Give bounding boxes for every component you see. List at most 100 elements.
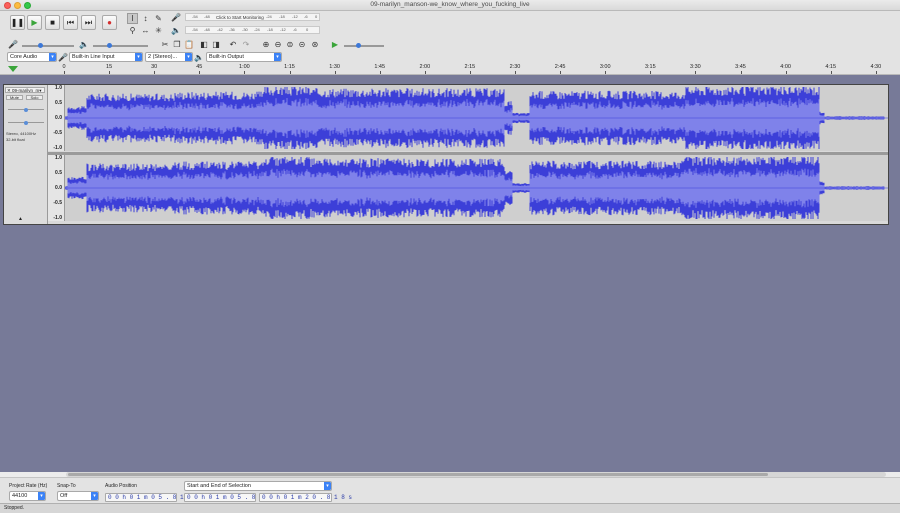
channel-divider bbox=[48, 152, 888, 155]
project-rate-select[interactable]: 44100 ▾ bbox=[9, 491, 46, 501]
input-volume-slider[interactable] bbox=[22, 43, 74, 48]
play-icon: ▶ bbox=[31, 18, 38, 27]
copy-button[interactable]: ❐ bbox=[172, 39, 182, 49]
play-speed-slider[interactable] bbox=[344, 43, 384, 48]
ruler-tick-mark bbox=[740, 71, 742, 74]
multi-tool[interactable]: ✳ bbox=[153, 25, 164, 36]
ruler-tick-mark bbox=[515, 71, 516, 74]
waveform-left-channel[interactable] bbox=[64, 85, 888, 151]
vertical-scale-right[interactable]: 1.0 0.5 0.0 -0.5 -1.0 bbox=[48, 155, 65, 221]
skip-to-start-button[interactable]: ⏮ bbox=[63, 15, 78, 30]
selection-start-time[interactable]: 0 0 h 0 1 m 0 5 . 8 1 8 s bbox=[184, 493, 277, 502]
draw-tool[interactable]: ✎ bbox=[153, 13, 164, 24]
paste-button[interactable]: 📋 bbox=[184, 39, 194, 49]
zoom-out-button[interactable]: ⊖ bbox=[273, 39, 283, 49]
tracks-area[interactable]: ✕ 09-marilyn_m▾ Mute Solo Stereo, 44100H… bbox=[0, 75, 900, 472]
skip-to-end-button[interactable]: ⏭ bbox=[81, 15, 96, 30]
meter-tick: -48 bbox=[204, 27, 210, 32]
meter-tick: -18 bbox=[267, 27, 273, 32]
record-button[interactable]: ● bbox=[102, 15, 117, 30]
playback-meter[interactable]: -54 -48 -42 -36 -30 -24 -18 -12 -6 0 bbox=[185, 26, 320, 34]
zoom-toggle-icon: ⊛ bbox=[311, 39, 319, 49]
audio-host-select[interactable]: Core Audio ▾ bbox=[7, 52, 57, 62]
recording-device-select[interactable]: Built-in Line Input ▾ bbox=[69, 52, 143, 62]
fit-selection-button[interactable]: ⊜ bbox=[285, 39, 295, 49]
waveform-right-svg bbox=[64, 157, 888, 219]
gain-slider[interactable] bbox=[8, 107, 44, 112]
play-button[interactable]: ▶ bbox=[27, 15, 42, 30]
waveform-left-svg bbox=[64, 87, 888, 149]
output-volume-slider[interactable] bbox=[93, 43, 148, 48]
fit-project-icon: ⊝ bbox=[298, 39, 306, 49]
silence-button[interactable]: ◨ bbox=[211, 39, 221, 49]
meter-tick: -36 bbox=[229, 27, 235, 32]
undo-button[interactable]: ↶ bbox=[228, 39, 238, 49]
fit-project-button[interactable]: ⊝ bbox=[297, 39, 307, 49]
selection-mode-value: Start and End of Selection bbox=[187, 483, 251, 489]
solo-button[interactable]: Solo bbox=[26, 95, 43, 100]
ruler-tick-label: 1:45 bbox=[374, 64, 386, 70]
chevron-down-icon: ▾ bbox=[185, 53, 192, 61]
slider-knob[interactable] bbox=[107, 43, 112, 48]
waveform-right-channel[interactable] bbox=[64, 155, 888, 221]
selection-end-time[interactable]: 0 0 h 0 1 m 2 0 . 8 1 8 s bbox=[259, 493, 352, 502]
time-shift-tool[interactable]: ↔ bbox=[140, 25, 151, 36]
selection-mode-select[interactable]: Start and End of Selection ▾ bbox=[184, 481, 332, 491]
audio-track[interactable]: ✕ 09-marilyn_m▾ Mute Solo Stereo, 44100H… bbox=[3, 84, 889, 225]
timeline-ruler[interactable]: 0 15 30 45 1:00 1:15 1:30 1:45 2:00 2:15 2:30 2:45 3… bbox=[0, 63, 900, 75]
scale-label: 0.5 bbox=[55, 100, 62, 106]
recording-channels-select[interactable]: 2 (Stereo)... ▾ bbox=[145, 52, 193, 62]
slider-knob[interactable] bbox=[38, 43, 43, 48]
microphone-device-icon: 🎤 bbox=[58, 52, 68, 62]
stop-button[interactable]: ■ bbox=[45, 15, 60, 30]
zoom-tool[interactable]: ⚲ bbox=[127, 25, 138, 36]
record-meter-icon: 🎤 bbox=[171, 12, 181, 22]
chevron-down-icon: ▾ bbox=[91, 492, 98, 500]
track-format: Stereo, 44100Hz bbox=[6, 131, 37, 136]
recording-device-icon: 🎤 bbox=[58, 52, 68, 62]
pause-button[interactable]: ❚❚ bbox=[10, 15, 25, 30]
audio-position-label: Audio Position bbox=[105, 483, 137, 489]
fit-selection-icon: ⊜ bbox=[286, 39, 294, 49]
play-at-speed-button[interactable]: ▶ bbox=[330, 39, 340, 49]
pan-slider[interactable] bbox=[8, 120, 44, 125]
snap-to-select[interactable]: Off ▾ bbox=[57, 491, 99, 501]
meter-tick: -6 bbox=[304, 14, 308, 19]
zoom-in-icon: ⊕ bbox=[262, 39, 270, 49]
ruler-tick-label: 1:30 bbox=[329, 64, 340, 70]
collapse-triangle-icon[interactable]: ▲ bbox=[18, 216, 23, 222]
record-meter[interactable]: -54 -48 Click to Start Monitoring -24 -1… bbox=[185, 13, 320, 21]
slider-knob[interactable] bbox=[356, 43, 361, 48]
zoom-in-button[interactable]: ⊕ bbox=[261, 39, 271, 49]
input-volume-icon: 🎤 bbox=[8, 39, 18, 49]
zoom-toggle-button[interactable]: ⊛ bbox=[310, 39, 320, 49]
slider-knob[interactable] bbox=[24, 107, 28, 112]
meter-tick: -18 bbox=[279, 14, 285, 19]
ruler-tick-label: 30 bbox=[151, 64, 158, 70]
project-rate-value: 44100 bbox=[12, 493, 28, 499]
playback-device-select[interactable]: Built-in Output ▾ bbox=[206, 52, 282, 62]
paste-icon: 📋 bbox=[184, 39, 194, 49]
monitoring-hint[interactable]: Click to Start Monitoring bbox=[216, 15, 264, 20]
scale-label: 0.0 bbox=[55, 185, 62, 191]
trim-button[interactable]: ◧ bbox=[199, 39, 209, 49]
audio-position-time[interactable]: 0 0 h 0 1 m 0 5 . 8 1 8 s bbox=[105, 493, 198, 502]
track-name-menu[interactable]: ✕ 09-marilyn_m▾ bbox=[5, 87, 45, 93]
slider-knob[interactable] bbox=[24, 120, 28, 125]
ruler-tick-label: 3:15 bbox=[644, 64, 656, 70]
pin-playhead-icon[interactable] bbox=[7, 65, 21, 73]
envelope-tool[interactable]: ↕ bbox=[140, 13, 151, 24]
redo-button[interactable]: ↷ bbox=[241, 39, 251, 49]
ruler-tick-mark bbox=[289, 71, 291, 74]
ruler-tick-mark bbox=[334, 71, 336, 74]
cut-button[interactable]: ✂ bbox=[160, 39, 170, 49]
scrollbar-thumb[interactable] bbox=[68, 473, 768, 476]
ruler-tick-mark bbox=[875, 71, 877, 74]
chevron-down-icon: ▾ bbox=[324, 482, 331, 490]
snap-to-value: Off bbox=[60, 493, 68, 499]
scale-label: -1.0 bbox=[53, 145, 62, 151]
ruler-tick-label: 4:15 bbox=[825, 64, 837, 70]
mute-button[interactable]: Mute bbox=[6, 95, 23, 100]
vertical-scale-left[interactable]: 1.0 0.5 0.0 -0.5 -1.0 bbox=[48, 85, 65, 151]
selection-tool[interactable]: I bbox=[127, 13, 138, 24]
